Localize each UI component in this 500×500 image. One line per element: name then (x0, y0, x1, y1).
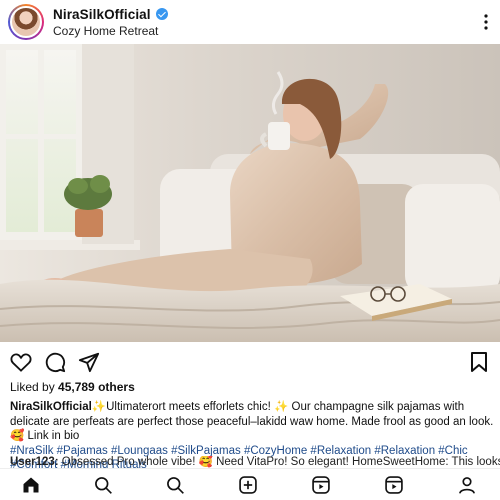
comment-preview: User123: Obsessed Pro whole vibe! 🥰 Need… (10, 456, 500, 468)
post-image[interactable] (0, 44, 500, 342)
user-block: NiraSilkOfficial Cozy Home Retreat (53, 7, 168, 38)
reels-icon[interactable] (383, 474, 405, 496)
likes-count: 45,789 (58, 380, 95, 394)
profile-icon[interactable] (456, 474, 478, 496)
more-options-icon[interactable] (484, 14, 488, 30)
comment-icon[interactable] (43, 350, 67, 374)
bookmark-icon[interactable] (467, 350, 491, 374)
avatar[interactable] (8, 4, 44, 40)
user-row: NiraSilkOfficial (53, 7, 168, 22)
likes-prefix: Liked by (10, 380, 59, 394)
paper-plane-icon[interactable] (77, 350, 101, 374)
heart-icon[interactable] (9, 350, 33, 374)
verified-badge-icon (155, 8, 168, 20)
caption-username[interactable]: NiraSilkOfficial (10, 401, 92, 413)
reels-icon[interactable] (310, 474, 332, 496)
post-actions (0, 344, 500, 380)
bottom-nav (0, 468, 500, 500)
likes-suffix: others (94, 380, 135, 394)
comment-username[interactable]: User123: (10, 456, 59, 468)
search-icon[interactable] (92, 474, 114, 496)
post-header: NiraSilkOfficial Cozy Home Retreat (0, 0, 500, 44)
avatar-image (10, 6, 42, 38)
home-icon[interactable] (20, 474, 42, 496)
post-location[interactable]: Cozy Home Retreat (53, 24, 168, 38)
create-post-icon[interactable] (237, 474, 259, 496)
likes-summary[interactable]: Liked by 45,789 others (10, 380, 135, 394)
comment-text: Obsessed Pro whole vibe! 🥰 Need VitaPro!… (61, 456, 500, 468)
username-link[interactable]: NiraSilkOfficial (53, 7, 151, 22)
search-icon[interactable] (164, 474, 186, 496)
